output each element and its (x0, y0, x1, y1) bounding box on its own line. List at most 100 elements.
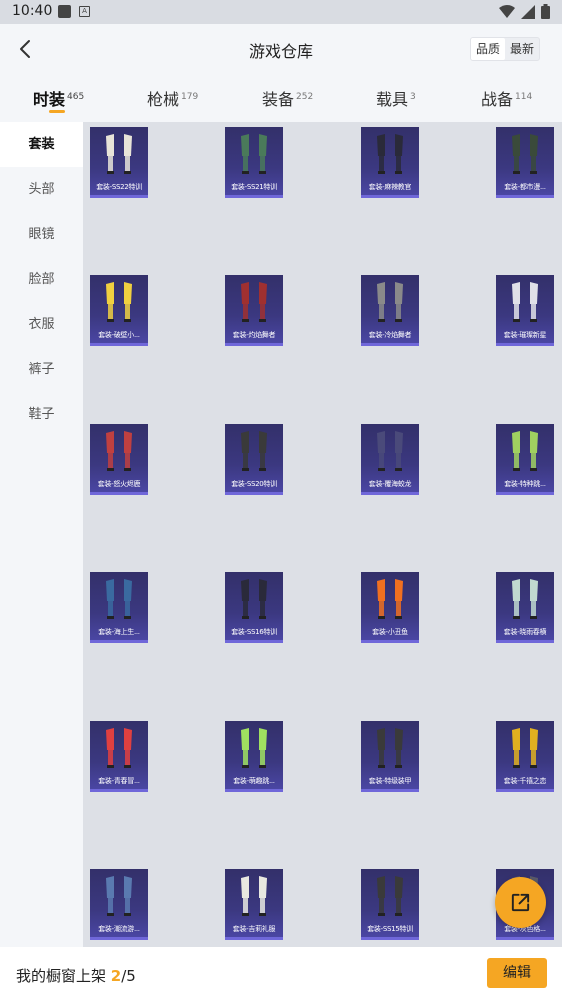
outfit-card[interactable]: 套装-千禧之恋 (496, 721, 554, 792)
outfit-thumbnail-icon (377, 134, 403, 174)
outfit-thumbnail-icon (241, 579, 267, 619)
outfit-label: 套装-冷焰舞者 (368, 331, 412, 339)
outfit-card[interactable]: 套装-青春冒... (90, 721, 148, 792)
outfit-thumbnail-icon (106, 282, 132, 322)
outfit-thumbnail-icon (241, 134, 267, 174)
outfit-card[interactable]: 套装-冷焰舞者 (361, 275, 419, 346)
outfit-label: 套装-SS21特训 (231, 183, 277, 191)
outfit-card[interactable]: 套装-破壁小... (90, 275, 148, 346)
outfit-card[interactable]: 套装-晓雨春横 (496, 572, 554, 643)
outfit-card[interactable]: 套装-潮流游... (90, 869, 148, 940)
header: 游戏仓库 品质 最新 (0, 24, 562, 74)
battery-icon (541, 4, 550, 19)
outfit-label: 套装-破壁小... (98, 331, 140, 339)
tab-label: 枪械 (147, 90, 180, 109)
tab-fashion[interactable]: 时装 465 (33, 86, 84, 110)
outfit-thumbnail-icon (241, 876, 267, 916)
edit-button[interactable]: 编辑 (487, 958, 547, 988)
outfit-card[interactable]: 套装-特级装甲 (361, 721, 419, 792)
tab-count: 114 (515, 92, 533, 102)
outfit-thumbnail-icon (106, 134, 132, 174)
outfit-card[interactable]: 套装-SS22特训 (90, 127, 148, 198)
sort-option-newest[interactable]: 最新 (505, 38, 539, 60)
outfit-card[interactable]: 套装-SS15特训 (361, 869, 419, 940)
outfit-card[interactable]: 套装-小丑鱼 (361, 572, 419, 643)
outfit-thumbnail-icon (106, 579, 132, 619)
outfit-label: 套装-潮流游... (98, 925, 140, 933)
outfit-thumbnail-icon (512, 579, 538, 619)
outfit-label: 套装-青春冒... (98, 777, 140, 785)
app-notification-icon: A (79, 6, 90, 17)
outfit-label: 套装-吉莉礼服 (232, 925, 276, 933)
showcase-label: 我的橱窗上架 (16, 967, 111, 985)
active-tab-indicator (49, 110, 65, 113)
outfit-card[interactable]: 套装-都市漫... (496, 127, 554, 198)
outfit-label: 套装-覆海蛟龙 (368, 480, 412, 488)
sidebar-item-face[interactable]: 脸部 (0, 257, 83, 302)
outfit-label: 套装-灼焰舞者 (232, 331, 276, 339)
outfit-card[interactable]: 套装-SS16特训 (225, 572, 283, 643)
outfit-card[interactable]: 套装-海上生... (90, 572, 148, 643)
share-button[interactable] (495, 877, 546, 928)
outfit-thumbnail-icon (377, 282, 403, 322)
outfit-label: 套装-晓雨春横 (503, 628, 547, 636)
category-tabs: 时装 465 枪械 179 装备 252 载具 3 战备 114 (0, 74, 562, 122)
outfit-thumbnail-icon (106, 431, 132, 471)
outfit-label: 套装-SS15特训 (367, 925, 413, 933)
outfit-label: 套装-璀璨新星 (503, 331, 547, 339)
sidebar-item-shoes[interactable]: 鞋子 (0, 392, 83, 437)
outfit-card[interactable]: 套装-特种跳... (496, 424, 554, 495)
outfit-card[interactable]: 套装-璀璨新星 (496, 275, 554, 346)
outfit-thumbnail-icon (241, 728, 267, 768)
tab-guns[interactable]: 枪械 179 (147, 86, 198, 110)
outfit-label: 套装-SS20特训 (231, 480, 277, 488)
outfit-label: 套装-小丑鱼 (372, 628, 408, 636)
outfit-thumbnail-icon (377, 431, 403, 471)
tab-supplies[interactable]: 战备 114 (481, 86, 532, 110)
sort-option-quality[interactable]: 品质 (470, 38, 505, 60)
sidebar-item-pants[interactable]: 裤子 (0, 347, 83, 392)
outfit-card[interactable]: 套装-吉莉礼服 (225, 869, 283, 940)
sidebar-item-clothes[interactable]: 衣服 (0, 302, 83, 347)
item-grid: 套装-SS22特训 套装-SS21特训 套装-麻辣教官 套装-都市漫... 套装-破壁小… (83, 122, 562, 947)
outfit-label: 套装-千禧之恋 (503, 777, 547, 785)
outfit-card[interactable]: 套装-麻辣教官 (361, 127, 419, 198)
status-time: 10:40 (12, 3, 53, 19)
outfit-thumbnail-icon (512, 282, 538, 322)
outfit-card[interactable]: 套装-萌趣跳... (225, 721, 283, 792)
outfit-thumbnail-icon (241, 431, 267, 471)
tab-vehicles[interactable]: 载具 3 (376, 86, 416, 110)
outfit-thumbnail-icon (377, 579, 403, 619)
sidebar: 套装 头部 眼镜 脸部 衣服 裤子 鞋子 (0, 122, 83, 947)
sidebar-item-glasses[interactable]: 眼镜 (0, 212, 83, 257)
showcase-current-count: 2 (110, 967, 122, 985)
outfit-card[interactable]: 套装-灼焰舞者 (225, 275, 283, 346)
outfit-card[interactable]: 套装-SS21特训 (225, 127, 283, 198)
tab-label: 载具 (376, 90, 409, 109)
tab-count: 3 (410, 92, 416, 102)
sidebar-item-head[interactable]: 头部 (0, 167, 83, 212)
wifi-icon (499, 4, 515, 18)
outfit-thumbnail-icon (377, 728, 403, 768)
showcase-status: 我的橱窗上架 2/5 (16, 965, 136, 986)
tab-count: 179 (181, 92, 199, 102)
sort-toggle[interactable]: 品质 最新 (469, 37, 540, 61)
outfit-label: 套装-SS22特训 (96, 183, 142, 191)
outfit-label: 套装-SS16特训 (231, 628, 277, 636)
tab-label: 战备 (481, 90, 514, 109)
outfit-thumbnail-icon (241, 282, 267, 322)
tab-equipment[interactable]: 装备 252 (262, 86, 313, 110)
sidebar-item-outfit[interactable]: 套装 (0, 122, 83, 167)
outfit-label: 套装-怒火烬鹿 (97, 480, 141, 488)
external-link-icon (511, 893, 530, 912)
outfit-card[interactable]: 套装-覆海蛟龙 (361, 424, 419, 495)
outfit-thumbnail-icon (377, 876, 403, 916)
tab-count: 252 (296, 92, 314, 102)
showcase-total-count: 5 (126, 967, 136, 985)
outfit-card[interactable]: 套装-怒火烬鹿 (90, 424, 148, 495)
tab-count: 465 (67, 92, 85, 102)
outfit-thumbnail-icon (512, 728, 538, 768)
outfit-label: 套装-特级装甲 (368, 777, 412, 785)
signal-icon (521, 4, 535, 19)
outfit-card[interactable]: 套装-SS20特训 (225, 424, 283, 495)
